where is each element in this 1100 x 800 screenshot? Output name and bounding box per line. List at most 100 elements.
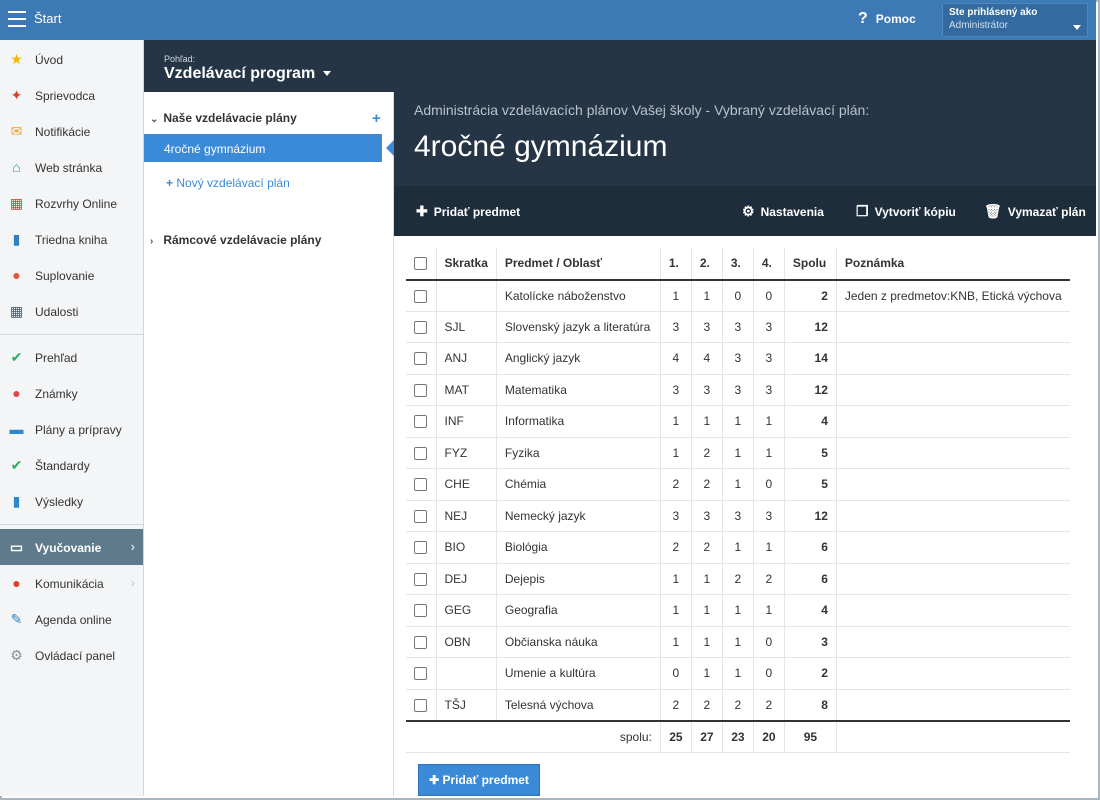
subject-cell: Matematika bbox=[495, 374, 661, 406]
table-row[interactable]: SJL Slovenský jazyk a literatúra 3 3 3 3 12 bbox=[406, 311, 1070, 343]
copy-button[interactable]: ❐ Vytvoriť kópiu bbox=[856, 203, 956, 220]
table-row[interactable]: ANJ Anglický jazyk 4 4 3 3 14 bbox=[406, 342, 1070, 375]
subjects-table: Skratka Predmet / Oblasť 1. 2. 3. 4. Spo… bbox=[406, 248, 1070, 753]
sidebar-item-label: Výsledky bbox=[35, 495, 84, 509]
row-checkbox[interactable] bbox=[414, 289, 427, 303]
y2-cell: 1 bbox=[690, 594, 723, 627]
add-subject-button[interactable]: ✚ Pridať predmet bbox=[418, 764, 540, 796]
plus-icon: ✚ bbox=[429, 773, 440, 787]
subject-cell: Dejepis bbox=[495, 563, 661, 595]
row-checkbox[interactable] bbox=[414, 698, 427, 712]
table-row[interactable]: OBN Občianska náuka 1 1 1 0 3 bbox=[406, 626, 1070, 658]
framework-plans-section[interactable]: › Rámcové vzdelávacie plány bbox=[150, 233, 321, 247]
table-row[interactable]: DEJ Dejepis 1 1 2 2 6 bbox=[406, 563, 1070, 595]
sidebar-item-vyucovanie[interactable]: ▭ Vyučovanie › bbox=[0, 529, 143, 565]
y2-cell: 1 bbox=[690, 563, 723, 595]
sidebar-item-label: Suplovanie bbox=[35, 269, 95, 283]
note-cell bbox=[835, 311, 1070, 343]
row-checkbox[interactable] bbox=[414, 352, 427, 366]
col-abbr: Skratka bbox=[435, 248, 497, 281]
house-icon: ⌂ bbox=[12, 159, 21, 175]
book-icon: ▮ bbox=[12, 231, 21, 247]
user-dropdown[interactable]: Ste prihlásený ako Administrátor bbox=[942, 3, 1088, 37]
total-y3: 23 bbox=[721, 719, 754, 753]
sidebar: ★ Úvod ✦ Sprievodca ✉ Notifikácie ⌂ Web stránka… bbox=[0, 40, 144, 796]
row-checkbox[interactable] bbox=[414, 667, 427, 681]
plan-toolbar: ✚ Pridať predmet ⚙ Nastavenia ❐ Vytvoriť kó… bbox=[394, 186, 1096, 236]
note-cell bbox=[835, 374, 1070, 406]
row-checkbox[interactable] bbox=[414, 446, 427, 460]
sidebar-item-triedna-kniha[interactable]: ▮ Triedna kniha bbox=[0, 221, 143, 257]
row-checkbox[interactable] bbox=[414, 383, 427, 397]
help-button[interactable]: ? Pomoc bbox=[858, 10, 916, 28]
table-row[interactable]: Umenie a kultúra 0 1 1 0 2 bbox=[406, 657, 1070, 690]
row-checkbox[interactable] bbox=[414, 415, 427, 429]
sidebar-item-notifikacie[interactable]: ✉ Notifikácie bbox=[0, 113, 143, 149]
subject-cell: Anglický jazyk bbox=[495, 342, 661, 375]
y3-cell: 0 bbox=[721, 279, 754, 312]
y1-cell: 2 bbox=[659, 689, 692, 721]
menu-icon[interactable] bbox=[8, 11, 26, 27]
row-checkbox[interactable] bbox=[414, 320, 427, 334]
total-y1: 25 bbox=[659, 719, 692, 753]
table-row[interactable]: CHE Chémia 2 2 1 0 5 bbox=[406, 468, 1070, 501]
sidebar-item-web-stranka[interactable]: ⌂ Web stránka bbox=[0, 149, 143, 185]
table-row[interactable]: INF Informatika 1 1 1 1 4 bbox=[406, 405, 1070, 438]
col-subject: Predmet / Oblasť bbox=[495, 248, 661, 281]
row-checkbox[interactable] bbox=[414, 572, 427, 586]
table-row[interactable]: GEG Geografia 1 1 1 1 4 bbox=[406, 594, 1070, 627]
abbr-cell: SJL bbox=[435, 311, 497, 343]
sidebar-item-standardy[interactable]: ✔ Štandardy bbox=[0, 447, 143, 483]
copy-label: Vytvoriť kópiu bbox=[874, 205, 956, 219]
sidebar-item-prehlad[interactable]: ✔ Prehľad bbox=[0, 339, 143, 375]
sidebar-item-plany-a-pripravy[interactable]: ▬ Plány a prípravy bbox=[0, 411, 143, 447]
col-y4: 4. bbox=[752, 248, 785, 281]
sidebar-item-udalosti[interactable]: ▦ Udalosti bbox=[0, 293, 143, 329]
start-link[interactable]: Štart bbox=[34, 11, 61, 26]
table-row[interactable]: Katolícke náboženstvo 1 1 0 0 2 Jeden z predme… bbox=[406, 279, 1070, 312]
star-icon: ★ bbox=[10, 51, 23, 67]
briefcase-icon: ▬ bbox=[9, 421, 24, 437]
plan-item-active[interactable]: 4ročné gymnázium bbox=[144, 134, 394, 162]
sidebar-item-uvod[interactable]: ★ Úvod bbox=[0, 41, 143, 77]
check-circle-icon: ✔ bbox=[10, 349, 23, 365]
sidebar-item-ovladaci-panel[interactable]: ⚙ Ovládací panel bbox=[0, 637, 143, 673]
row-checkbox[interactable] bbox=[414, 635, 427, 649]
add-subject-toolbar-button[interactable]: ✚ Pridať predmet bbox=[416, 203, 520, 220]
y3-cell: 3 bbox=[721, 311, 754, 343]
sidebar-item-label: Sprievodca bbox=[35, 89, 96, 103]
chevron-right-icon: › bbox=[130, 539, 135, 554]
sidebar-item-komunikacia[interactable]: ● Komunikácia › bbox=[0, 565, 143, 601]
row-select-cell bbox=[406, 626, 436, 658]
row-checkbox[interactable] bbox=[414, 541, 427, 555]
sidebar-item-agenda-online[interactable]: ✎ Agenda online bbox=[0, 601, 143, 637]
note-cell bbox=[835, 626, 1070, 658]
view-selector[interactable]: Vzdelávací program bbox=[164, 65, 332, 83]
table-row[interactable]: NEJ Nemecký jazyk 3 3 3 3 12 bbox=[406, 500, 1070, 532]
total-cell: 5 bbox=[783, 437, 837, 469]
total-y4: 20 bbox=[752, 719, 785, 753]
sidebar-item-vysledky[interactable]: ▮ Výsledky bbox=[0, 483, 143, 519]
sidebar-item-sprievodca[interactable]: ✦ Sprievodca bbox=[0, 77, 143, 113]
my-plans-section[interactable]: ⌄ Naše vzdelávacie plány bbox=[150, 111, 297, 125]
row-select-cell bbox=[406, 342, 436, 375]
settings-button[interactable]: ⚙ Nastavenia bbox=[742, 203, 824, 220]
table-row[interactable]: MAT Matematika 3 3 3 3 12 bbox=[406, 374, 1070, 406]
new-plan-link[interactable]: + Nový vzdelávací plán bbox=[166, 176, 290, 190]
table-row[interactable]: FYZ Fyzika 1 2 1 1 5 bbox=[406, 437, 1070, 469]
sidebar-item-znamky[interactable]: ● Známky bbox=[0, 375, 143, 411]
table-row[interactable]: TŠJ Telesná výchova 2 2 2 2 8 bbox=[406, 689, 1070, 721]
table-row[interactable]: BIO Biológia 2 2 1 1 6 bbox=[406, 531, 1070, 564]
sidebar-item-rozvrhy-online[interactable]: ▦ Rozvrhy Online bbox=[0, 185, 143, 221]
y3-cell: 3 bbox=[721, 374, 754, 406]
row-checkbox[interactable] bbox=[414, 509, 427, 523]
total-cell: 14 bbox=[783, 342, 837, 375]
select-all-checkbox[interactable] bbox=[414, 257, 427, 271]
row-checkbox[interactable] bbox=[414, 478, 427, 492]
delete-button[interactable]: 🗑 Vymazať plán bbox=[984, 203, 1086, 220]
sidebar-item-suplovanie[interactable]: ● Suplovanie bbox=[0, 257, 143, 293]
add-plan-plus-icon[interactable]: + bbox=[372, 110, 381, 127]
row-checkbox[interactable] bbox=[414, 604, 427, 618]
gear-icon: ⚙ bbox=[10, 647, 23, 663]
calendar-icon: ▦ bbox=[9, 303, 24, 319]
